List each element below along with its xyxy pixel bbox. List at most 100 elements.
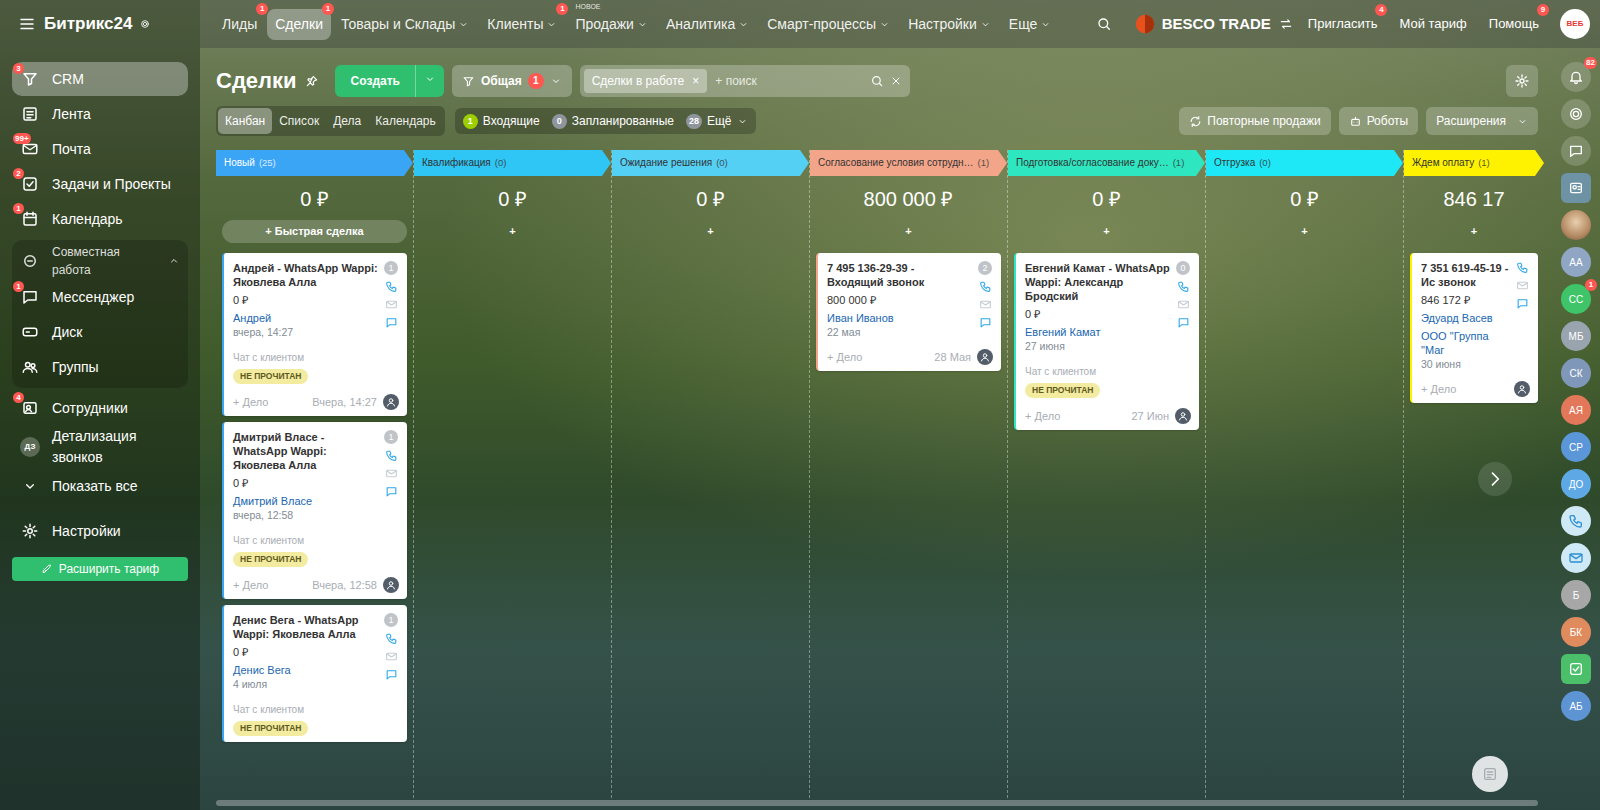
rail-avatar[interactable]: АА (1561, 247, 1591, 277)
add-activity-button[interactable]: + Дело (233, 578, 306, 592)
phone-icon[interactable] (1516, 261, 1529, 274)
sidebar-item[interactable]: 4Сотрудники (12, 391, 188, 425)
sidebar-item[interactable]: Группы (12, 350, 188, 384)
deal-title[interactable]: 7 495 136-29-39 - Входящий звонок (827, 261, 973, 289)
sidebar-item[interactable]: 2Задачи и Проекты (12, 167, 188, 201)
responsible-avatar[interactable] (977, 349, 993, 365)
nav-tab[interactable]: Клиенты1 (479, 9, 565, 40)
deal-title[interactable]: 7 351 619-45-19 - Ис звонок (1421, 261, 1510, 289)
deal-card[interactable]: Денис Вега - WhatsApp Wappi: Яковлева Ал… (222, 605, 407, 742)
contact-link[interactable]: Андрей (233, 311, 379, 325)
responsible-avatar[interactable] (1175, 408, 1191, 424)
sidebar-item[interactable]: ДЗДетализация звонков (12, 426, 188, 468)
nav-tab[interactable]: Лиды1 (214, 9, 265, 40)
logo[interactable]: Битрикс24 (44, 11, 132, 37)
rail-avatar[interactable]: СР (1561, 432, 1591, 462)
company-logo[interactable]: BESCO TRADE (1134, 13, 1271, 36)
sidebar-item[interactable]: 1Мессенджер (12, 280, 188, 314)
header-action[interactable]: Помощь9 (1482, 10, 1546, 38)
search-input[interactable] (713, 71, 863, 91)
deal-card[interactable]: 7 351 619-45-19 - Ис звонок846 172 ₽Эдуа… (1410, 253, 1538, 403)
deal-title[interactable]: Андрей - WhatsApp Wappi: Яковлева Алла (233, 261, 379, 289)
search-icon[interactable] (1096, 16, 1112, 32)
group-header[interactable]: Совместная работа (12, 243, 188, 279)
rail-photo[interactable] (1561, 210, 1591, 240)
add-activity-button[interactable]: + Дело (233, 395, 306, 409)
mail-icon[interactable] (1177, 298, 1190, 311)
nav-tab[interactable]: Еще (1001, 9, 1060, 40)
quick-add-button[interactable]: + (816, 220, 1001, 243)
counter-item[interactable]: 28Ещё (686, 112, 748, 130)
rail-avatar[interactable]: СС1 (1561, 284, 1591, 314)
quick-add-button[interactable]: + Быстрая сделка (222, 220, 407, 243)
nav-tab[interactable]: Сделки1 (267, 9, 331, 40)
rail-avatar[interactable]: СК (1561, 358, 1591, 388)
tool-button[interactable]: Расширения (1426, 107, 1538, 135)
rail-task-button[interactable] (1561, 654, 1591, 684)
view-tab[interactable]: Календарь (368, 108, 443, 134)
responsible-avatar[interactable] (1514, 381, 1530, 397)
mail-icon[interactable] (385, 298, 398, 311)
header-action[interactable]: Пригласить4 (1301, 10, 1385, 38)
nav-tab[interactable]: Товары и Склады (333, 9, 477, 40)
chat-icon[interactable] (1516, 297, 1529, 310)
rail-phone-button[interactable] (1561, 506, 1591, 536)
quick-add-button[interactable]: + (420, 220, 605, 243)
mail-icon[interactable] (385, 467, 398, 480)
mail-icon[interactable] (1516, 279, 1529, 292)
rail-avatar[interactable]: АБ (1561, 691, 1591, 721)
contact-link[interactable]: Эдуард Васев (1421, 311, 1510, 325)
rail-avatar[interactable]: МБ (1561, 321, 1591, 351)
chat-icon[interactable] (385, 668, 398, 681)
header-action[interactable]: Мой тариф (1392, 10, 1473, 38)
settings-item[interactable]: Настройки (12, 514, 188, 548)
quick-add-button[interactable]: + (618, 220, 803, 243)
tool-button[interactable]: Роботы (1339, 107, 1419, 135)
sidebar-item[interactable]: Диск (12, 315, 188, 349)
add-activity-button[interactable]: + Дело (1421, 382, 1508, 396)
deal-title[interactable]: Денис Вега - WhatsApp Wappi: Яковлева Ал… (233, 613, 379, 641)
tool-button[interactable]: Повторные продажи (1179, 107, 1330, 135)
menu-icon[interactable] (18, 15, 36, 33)
deal-card[interactable]: Евгений Камат - WhatsApp Wappi: Александ… (1014, 253, 1199, 430)
phone-icon[interactable] (385, 632, 398, 645)
quick-add-button[interactable]: + (1410, 220, 1538, 243)
counter-item[interactable]: 0Запланированные (552, 112, 674, 130)
rail-target-button[interactable] (1561, 99, 1591, 129)
contact-link[interactable]: Денис Вега (233, 663, 379, 677)
view-tab[interactable]: Дела (326, 108, 368, 134)
mail-icon[interactable] (385, 650, 398, 663)
column-header[interactable]: Квалификация(0) (414, 150, 611, 176)
view-tab[interactable]: Канбан (218, 108, 272, 134)
deal-card[interactable]: Дмитрий Власе - WhatsApp Wappi: Яковлева… (222, 422, 407, 599)
rail-chat-button[interactable] (1561, 136, 1591, 166)
scroll-right-button[interactable] (1478, 462, 1512, 496)
deal-title[interactable]: Евгений Камат - WhatsApp Wappi: Александ… (1025, 261, 1171, 303)
rail-contacts-button[interactable] (1561, 173, 1591, 203)
create-button[interactable]: Создать (335, 65, 416, 97)
contact-link[interactable]: Дмитрий Власе (233, 494, 379, 508)
sidebar-item[interactable]: Лента (12, 97, 188, 131)
filter-chip-close[interactable]: × (692, 72, 699, 90)
deal-card[interactable]: 7 495 136-29-39 - Входящий звонок800 000… (816, 253, 1001, 371)
mail-icon[interactable] (979, 298, 992, 311)
phone-icon[interactable] (385, 280, 398, 293)
rail-avatar[interactable]: Б (1561, 580, 1591, 610)
rail-avatar[interactable]: АЯ (1561, 395, 1591, 425)
nav-tab[interactable]: Смарт-процессы (759, 9, 898, 40)
add-activity-button[interactable]: + Дело (1025, 409, 1125, 423)
user-avatar[interactable]: ВЕБ (1560, 9, 1590, 39)
chat-fab-button[interactable] (1472, 756, 1508, 792)
rail-mail-button[interactable] (1561, 543, 1591, 573)
upgrade-button[interactable]: Расширить тариф (12, 557, 188, 581)
deal-card[interactable]: Андрей - WhatsApp Wappi: Яковлева Алла0 … (222, 253, 407, 416)
category-button[interactable]: Общая1 (452, 65, 572, 97)
company-link[interactable]: ООО "Группа "Маг (1421, 329, 1510, 357)
contact-link[interactable]: Евгений Камат (1025, 325, 1171, 339)
show-all-button[interactable]: Показать все (12, 469, 188, 503)
column-header[interactable]: Согласование условия сотрудн…(1) (810, 150, 1007, 176)
column-header[interactable]: Отгрузка(0) (1206, 150, 1403, 176)
responsible-avatar[interactable] (383, 577, 399, 593)
view-tab[interactable]: Список (272, 108, 326, 134)
nav-tab[interactable]: Аналитика (658, 9, 757, 40)
